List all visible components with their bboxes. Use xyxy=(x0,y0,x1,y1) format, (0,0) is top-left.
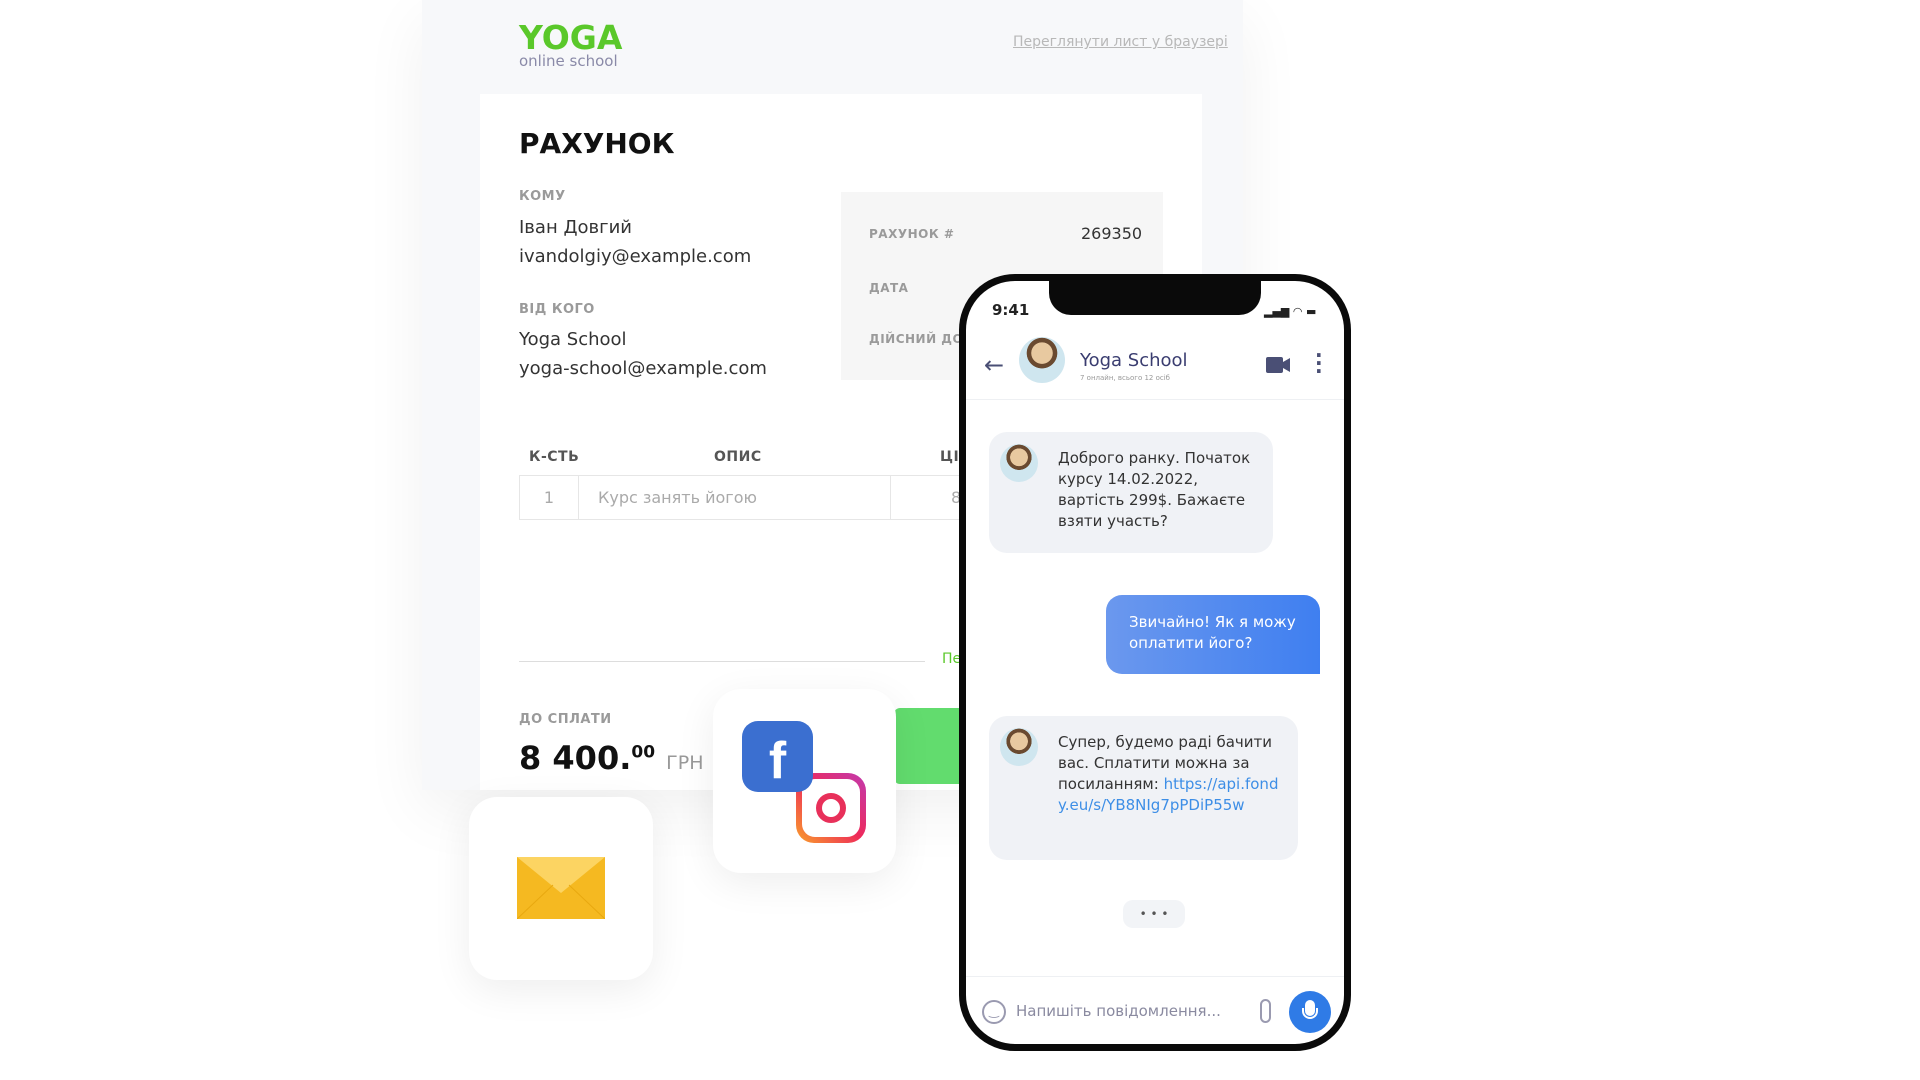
col-qty: К-СТЬ xyxy=(529,449,580,465)
message-text: Звичайно! Як я можу оплатити його? xyxy=(1129,613,1296,652)
chat-name: Yoga School xyxy=(1080,350,1188,371)
microphone-button[interactable] xyxy=(1289,991,1331,1033)
date-label: ДАТА xyxy=(869,281,909,295)
invoice-title: РАХУНОК xyxy=(519,127,675,160)
chat-status: 7 онлайн, всього 12 осіб xyxy=(1080,374,1170,382)
from-name: Yoga School xyxy=(519,329,627,350)
view-in-browser-link[interactable]: Переглянути лист у браузері xyxy=(1013,34,1228,50)
to-label: КОМУ xyxy=(519,189,566,204)
more-options-icon[interactable]: · · · xyxy=(1315,345,1323,381)
phone-mockup: 9:41 ▂▄▆ ◠ ▬ ← Yoga School 7 онлайн, всь… xyxy=(959,274,1351,1051)
avatar xyxy=(1000,444,1038,482)
video-call-icon[interactable] xyxy=(1266,357,1290,373)
envelope-icon xyxy=(517,857,605,919)
message-input[interactable]: Напишіть повідомлення... xyxy=(1016,1002,1221,1020)
status-time: 9:41 xyxy=(992,301,1030,319)
status-icons: ▂▄▆ ◠ ▬ xyxy=(1264,305,1317,318)
from-label: ВІД КОГО xyxy=(519,302,595,317)
valid-until-label: ДІЙСНИЙ ДО xyxy=(869,332,964,346)
input-divider xyxy=(966,976,1344,977)
attach-icon[interactable] xyxy=(1260,999,1271,1023)
total-label: ДО СПЛАТИ xyxy=(519,712,612,727)
logo-subtitle: online school xyxy=(519,52,618,70)
col-desc: ОПИС xyxy=(714,449,762,465)
total-amount: 8 400.00 ГРН xyxy=(519,739,704,777)
avatar xyxy=(1000,728,1038,766)
message-incoming: Супер, будемо раді бачити вас. Сплатити … xyxy=(989,716,1298,860)
back-arrow-icon[interactable]: ← xyxy=(984,351,1004,379)
notch xyxy=(1049,281,1261,315)
divider xyxy=(519,661,925,662)
social-app-tile[interactable]: f xyxy=(713,689,896,873)
message-text: Супер, будемо раді бачити вас. Сплатити … xyxy=(1058,733,1279,814)
to-name: Іван Довгий xyxy=(519,217,632,238)
invoice-number-label: РАХУНОК # xyxy=(869,227,955,241)
message-text: Доброго ранку. Початок курсу 14.02.2022,… xyxy=(1058,449,1251,530)
email-app-tile[interactable] xyxy=(469,797,653,980)
message-incoming: Доброго ранку. Початок курсу 14.02.2022,… xyxy=(989,432,1273,553)
message-outgoing: Звичайно! Як я можу оплатити його? xyxy=(1106,595,1320,674)
typing-indicator: • • • xyxy=(1123,900,1185,928)
table-row: 1 Курс занять йогою 8 xyxy=(519,475,999,520)
header-divider xyxy=(966,399,1344,400)
emoji-icon[interactable]: ‿ xyxy=(982,1000,1006,1024)
facebook-icon: f xyxy=(742,721,813,792)
row-qty: 1 xyxy=(520,476,579,519)
to-email: ivandolgiy@example.com xyxy=(519,246,752,267)
col-price: ЦІ xyxy=(940,449,960,465)
from-email: yoga-school@example.com xyxy=(519,358,767,379)
row-desc: Курс занять йогою xyxy=(579,476,891,519)
row-price: 8 xyxy=(951,488,962,507)
invoice-number-value: 269350 xyxy=(1081,224,1143,243)
avatar xyxy=(1019,337,1065,383)
